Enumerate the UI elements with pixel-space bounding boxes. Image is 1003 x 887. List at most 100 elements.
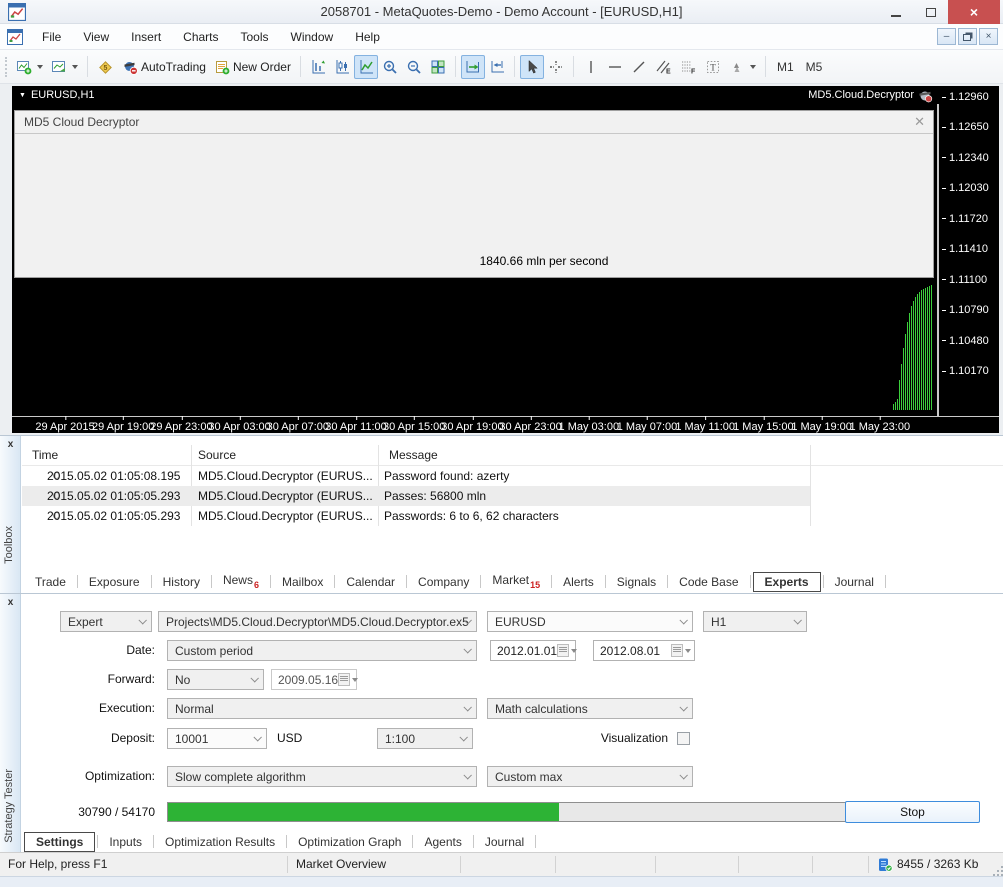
toolbox-tab-calendar[interactable]: Calendar bbox=[337, 572, 404, 592]
fibonacci-button[interactable]: F bbox=[676, 55, 701, 79]
graphic-objects-button[interactable] bbox=[725, 55, 760, 79]
menu-help[interactable]: Help bbox=[344, 24, 391, 50]
mdi-close-button[interactable]: × bbox=[979, 28, 998, 45]
chevron-down-icon[interactable] bbox=[685, 649, 691, 653]
calendar-icon[interactable] bbox=[671, 644, 683, 657]
toolbox-tab-news[interactable]: News6 bbox=[214, 570, 268, 593]
horizontal-line-button[interactable] bbox=[603, 55, 627, 79]
toolbox-tab-trade[interactable]: Trade bbox=[26, 572, 75, 592]
menu-window[interactable]: Window bbox=[280, 24, 345, 50]
chevron-down-icon bbox=[463, 771, 471, 779]
autotrading-button[interactable]: AutoTrading bbox=[118, 55, 210, 79]
menu-file[interactable]: File bbox=[31, 24, 72, 50]
log-row[interactable]: 2015.05.02 01:05:05.293 MD5.Cloud.Decryp… bbox=[22, 506, 810, 526]
maximize-button[interactable] bbox=[914, 0, 948, 24]
toolbox-tab-mailbox[interactable]: Mailbox bbox=[273, 572, 332, 592]
tile-windows-button[interactable] bbox=[426, 55, 450, 79]
tab-separator bbox=[412, 835, 413, 848]
zoom-out-button[interactable] bbox=[402, 55, 426, 79]
tester-tab-agents[interactable]: Agents bbox=[415, 832, 470, 852]
visualization-checkbox[interactable] bbox=[677, 732, 690, 745]
auto-scroll-button[interactable] bbox=[461, 55, 485, 79]
tester-tab-optimization-results[interactable]: Optimization Results bbox=[156, 832, 284, 852]
vertical-line-button[interactable] bbox=[579, 55, 603, 79]
date-to-field[interactable]: 2012.08.01 bbox=[593, 640, 695, 661]
period-select[interactable]: H1 bbox=[703, 611, 807, 632]
calendar-icon[interactable] bbox=[338, 673, 350, 686]
mdi-restore-button[interactable] bbox=[958, 28, 977, 45]
tester-tab-settings[interactable]: Settings bbox=[24, 832, 95, 852]
chevron-down-icon[interactable] bbox=[571, 649, 577, 653]
toolbox-tab-journal[interactable]: Journal bbox=[826, 572, 883, 592]
toolbox-tab-market[interactable]: Market15 bbox=[483, 570, 549, 593]
menu-tools[interactable]: Tools bbox=[230, 24, 280, 50]
chevron-down-icon[interactable] bbox=[352, 678, 358, 682]
toolbox-tab-alerts[interactable]: Alerts bbox=[554, 572, 603, 592]
column-header-time[interactable]: Time bbox=[32, 445, 58, 465]
chart-window-icon[interactable] bbox=[7, 29, 23, 45]
histogram-bar bbox=[901, 364, 902, 410]
new-chart-button[interactable] bbox=[12, 55, 47, 79]
close-button[interactable]: × bbox=[948, 0, 1000, 24]
candlestick-chart-button[interactable] bbox=[330, 55, 354, 79]
market-overview-status[interactable]: Market Overview bbox=[296, 853, 386, 876]
log-row[interactable]: 2015.05.02 01:05:05.293 MD5.Cloud.Decryp… bbox=[22, 486, 810, 506]
time-axis[interactable]: 29 Apr 201529 Apr 19:0029 Apr 23:0030 Ap… bbox=[12, 417, 999, 433]
toolbox-close-icon[interactable]: x bbox=[0, 439, 21, 450]
toolbox-tab-exposure[interactable]: Exposure bbox=[80, 572, 149, 592]
bar-chart-button[interactable] bbox=[306, 55, 330, 79]
column-header-source[interactable]: Source bbox=[198, 445, 236, 465]
text-label-button[interactable]: T bbox=[701, 55, 725, 79]
toolbox-tab-experts[interactable]: Experts bbox=[753, 572, 821, 592]
panel-close-icon[interactable]: ✕ bbox=[914, 114, 925, 130]
tester-close-icon[interactable]: x bbox=[0, 597, 21, 608]
profiles-button[interactable] bbox=[47, 55, 82, 79]
calendar-icon[interactable] bbox=[557, 644, 569, 657]
toolbox-tab-code-base[interactable]: Code Base bbox=[670, 572, 747, 592]
date-mode-select[interactable]: Custom period bbox=[167, 640, 477, 661]
column-header-message[interactable]: Message bbox=[389, 445, 438, 465]
chart-canvas[interactable]: ▼ EURUSD,H1 MD5.Cloud.Decryptor MD5 Clou… bbox=[12, 86, 999, 433]
toolbox-tab-signals[interactable]: Signals bbox=[608, 572, 665, 592]
calculation-mode-select[interactable]: Math calculations bbox=[487, 698, 693, 719]
expert-path-select[interactable]: Projects\MD5.Cloud.Decryptor\MD5.Cloud.D… bbox=[158, 611, 477, 632]
mql5-button[interactable]: 5 bbox=[93, 55, 118, 79]
chart-shift-button[interactable] bbox=[485, 55, 509, 79]
expert-type-select[interactable]: Expert bbox=[60, 611, 152, 632]
forward-mode-select[interactable]: No bbox=[167, 669, 264, 690]
menu-insert[interactable]: Insert bbox=[120, 24, 172, 50]
zoom-in-button[interactable] bbox=[378, 55, 402, 79]
one-click-trading-toggle[interactable]: ▼ bbox=[19, 92, 26, 99]
deposit-select[interactable]: 10001 bbox=[167, 728, 267, 749]
cursor-button[interactable] bbox=[520, 55, 544, 79]
minimize-button[interactable] bbox=[878, 0, 914, 24]
optimization-mode-select[interactable]: Slow complete algorithm bbox=[167, 766, 477, 787]
symbol-select[interactable]: EURUSD bbox=[487, 611, 693, 632]
timeframe-m5-button[interactable]: M5 bbox=[800, 60, 829, 74]
tester-tab-optimization-graph[interactable]: Optimization Graph bbox=[289, 832, 410, 852]
toolbox-tab-company[interactable]: Company bbox=[409, 572, 478, 592]
toolbar-grip[interactable] bbox=[5, 57, 8, 77]
timeframe-m1-button[interactable]: M1 bbox=[771, 60, 800, 74]
price-axis[interactable]: 1.129601.126501.123401.120301.117201.114… bbox=[942, 86, 999, 416]
optimization-criterion-select[interactable]: Custom max bbox=[487, 766, 693, 787]
date-from-field[interactable]: 2012.01.01 bbox=[490, 640, 576, 661]
toolbox-side-strip: x Toolbox bbox=[0, 436, 21, 594]
tester-tab-inputs[interactable]: Inputs bbox=[100, 832, 151, 852]
log-row[interactable]: 2015.05.02 01:05:08.195 MD5.Cloud.Decryp… bbox=[22, 466, 810, 486]
toolbox-tab-history[interactable]: History bbox=[154, 572, 209, 592]
mdi-minimize-button[interactable]: – bbox=[937, 28, 956, 45]
crosshair-button[interactable] bbox=[544, 55, 568, 79]
menu-charts[interactable]: Charts bbox=[172, 24, 229, 50]
leverage-select[interactable]: 1:100 bbox=[377, 728, 473, 749]
tester-tab-journal[interactable]: Journal bbox=[476, 832, 533, 852]
new-order-button[interactable]: New Order bbox=[210, 55, 295, 79]
menu-view[interactable]: View bbox=[72, 24, 120, 50]
forward-date-field[interactable]: 2009.05.16 bbox=[271, 669, 357, 690]
trendline-button[interactable] bbox=[627, 55, 651, 79]
line-chart-button[interactable] bbox=[354, 55, 378, 79]
equidistant-channel-button[interactable]: E bbox=[651, 55, 676, 79]
resize-grip[interactable] bbox=[997, 870, 999, 872]
stop-button[interactable]: Stop bbox=[845, 801, 980, 823]
execution-mode-select[interactable]: Normal bbox=[167, 698, 477, 719]
